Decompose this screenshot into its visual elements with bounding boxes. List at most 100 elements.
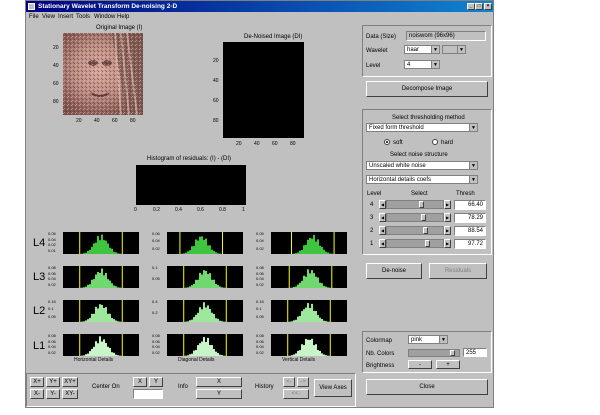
center-on-x-button[interactable]: X	[133, 377, 147, 387]
menu-insert[interactable]: Insert	[58, 13, 73, 21]
nb-colors-label: Nb. Colors	[366, 351, 395, 357]
maximize-button[interactable]: □	[475, 3, 483, 10]
nb-colors-slider[interactable]	[408, 349, 460, 357]
menu-help[interactable]: Help	[117, 13, 129, 21]
histogram-bar	[87, 284, 89, 288]
chevron-down-icon: ▼	[469, 124, 477, 131]
threshold-slider[interactable]	[386, 226, 444, 235]
zoom-y-plus-button[interactable]: Y+	[46, 377, 60, 387]
detail-histogram[interactable]	[63, 300, 139, 322]
detail-histogram[interactable]	[271, 232, 347, 254]
slider-left-arrow-icon[interactable]: ◀	[379, 239, 386, 248]
zoom-y-minus-button[interactable]: Y-	[46, 389, 60, 399]
histogram-bar	[95, 274, 97, 288]
threshold-slider[interactable]	[386, 200, 444, 209]
histogram-bar	[93, 279, 95, 288]
threshold-slider-thumb[interactable]	[424, 240, 430, 247]
histogram-bar	[319, 245, 321, 254]
center-on-y-button[interactable]: Y	[149, 377, 163, 387]
wavelet-select-value: haar	[407, 46, 420, 53]
histogram-bar	[315, 276, 317, 288]
threshold-slider-thumb[interactable]	[422, 227, 428, 234]
slider-left-arrow-icon[interactable]: ◀	[379, 226, 386, 235]
detail-histogram[interactable]	[271, 266, 347, 288]
detail-histogram[interactable]	[63, 334, 139, 356]
slider-right-arrow-icon[interactable]: ▶	[444, 200, 451, 209]
wavelet-select[interactable]: haar ▼	[404, 45, 440, 54]
close-window-button[interactable]: ×	[484, 3, 492, 10]
histogram-ytick: 0.05	[48, 313, 56, 319]
denoise-button[interactable]: De-noise	[366, 263, 422, 279]
detail-histogram[interactable]	[63, 232, 139, 254]
zoom-xy-plus-button[interactable]: XY+	[62, 377, 78, 387]
wavelet-number-select[interactable]: ▼	[442, 45, 466, 54]
history-forward-button[interactable]: ->	[297, 377, 309, 387]
threshold-value-field[interactable]: 66.40	[454, 200, 486, 210]
zoom-xy-minus-button[interactable]: XY-	[62, 389, 78, 399]
threshold-slider[interactable]	[386, 213, 444, 222]
denoised-image-title: De-Noised Image (DI)	[244, 34, 303, 40]
slider-right-arrow-icon[interactable]: ▶	[444, 226, 451, 235]
histogram-bar	[307, 269, 309, 288]
detail-histogram[interactable]	[167, 266, 243, 288]
histogram-bar	[87, 353, 89, 356]
residuals-histogram[interactable]	[136, 165, 246, 205]
menu-window[interactable]: Window	[94, 13, 115, 21]
detail-histogram[interactable]	[271, 334, 347, 356]
close-button[interactable]: Close	[366, 379, 488, 395]
zoom-x-minus-button[interactable]: X-	[30, 389, 44, 399]
original-xtick: 80	[130, 118, 136, 124]
center-on-value[interactable]	[133, 389, 163, 399]
hard-radio[interactable]	[432, 139, 438, 145]
decompose-image-button[interactable]: Decompose Image	[366, 81, 488, 97]
histogram-bar	[107, 243, 109, 254]
soft-radio[interactable]	[384, 139, 390, 145]
nb-colors-slider-thumb[interactable]	[450, 350, 456, 356]
zoom-x-plus-button[interactable]: X+	[30, 377, 44, 387]
threshold-slider-thumb[interactable]	[420, 214, 426, 221]
threshold-method-select[interactable]: Fixed form threshold ▼	[366, 123, 478, 132]
slider-right-arrow-icon[interactable]: ▶	[444, 213, 451, 222]
denoised-xtick: 60	[272, 141, 278, 147]
detail-histogram[interactable]	[167, 334, 243, 356]
histogram-bar	[205, 307, 207, 322]
histogram-bar	[221, 287, 223, 288]
view-axes-button[interactable]: View Axes	[314, 379, 352, 397]
threshold-slider-thumb[interactable]	[418, 201, 424, 208]
slider-left-arrow-icon[interactable]: ◀	[379, 200, 386, 209]
threshold-slider[interactable]	[386, 239, 444, 248]
details-coefs-select[interactable]: Horizontal details coefs ▼	[366, 175, 478, 184]
minimize-button[interactable]: _	[467, 3, 475, 10]
slider-left-arrow-icon[interactable]: ◀	[379, 213, 386, 222]
menu-view[interactable]: View	[42, 13, 55, 21]
detail-histogram[interactable]	[271, 300, 347, 322]
histogram-bar	[91, 313, 93, 322]
detail-histogram[interactable]	[63, 266, 139, 288]
brightness-decrease-button[interactable]: -	[408, 360, 432, 369]
original-image[interactable]	[63, 33, 143, 115]
slider-right-arrow-icon[interactable]: ▶	[444, 239, 451, 248]
histogram-bar	[199, 307, 201, 322]
histogram-bar	[301, 280, 303, 288]
threshold-value-field[interactable]: 97.72	[454, 239, 486, 249]
histogram-ytick: 0.02	[48, 281, 56, 287]
menu-file[interactable]: File	[29, 13, 39, 21]
residuals-button[interactable]: Residuals	[429, 263, 487, 279]
level-select[interactable]: 4 ▼	[404, 60, 440, 69]
detail-histogram[interactable]	[167, 232, 243, 254]
histogram-bar	[309, 273, 311, 288]
history-home-button[interactable]: <<-	[283, 389, 309, 399]
history-back-button[interactable]: <-	[283, 377, 295, 387]
nb-colors-value[interactable]: 255	[463, 348, 487, 357]
histogram-bar	[109, 280, 111, 288]
threshold-value-field[interactable]: 88.54	[454, 226, 486, 236]
threshold-value-field[interactable]: 78.29	[454, 213, 486, 223]
denoised-image[interactable]	[223, 42, 304, 138]
brightness-increase-button[interactable]: +	[436, 360, 460, 369]
menu-tools[interactable]: Tools	[76, 13, 90, 21]
colormap-select[interactable]: pink ▼	[408, 335, 448, 344]
chevron-down-icon: ▼	[431, 46, 439, 53]
noise-structure-select[interactable]: Unscaled white noise ▼	[366, 161, 478, 170]
detail-histogram[interactable]	[167, 300, 243, 322]
colormap-label: Colormap	[366, 338, 393, 344]
